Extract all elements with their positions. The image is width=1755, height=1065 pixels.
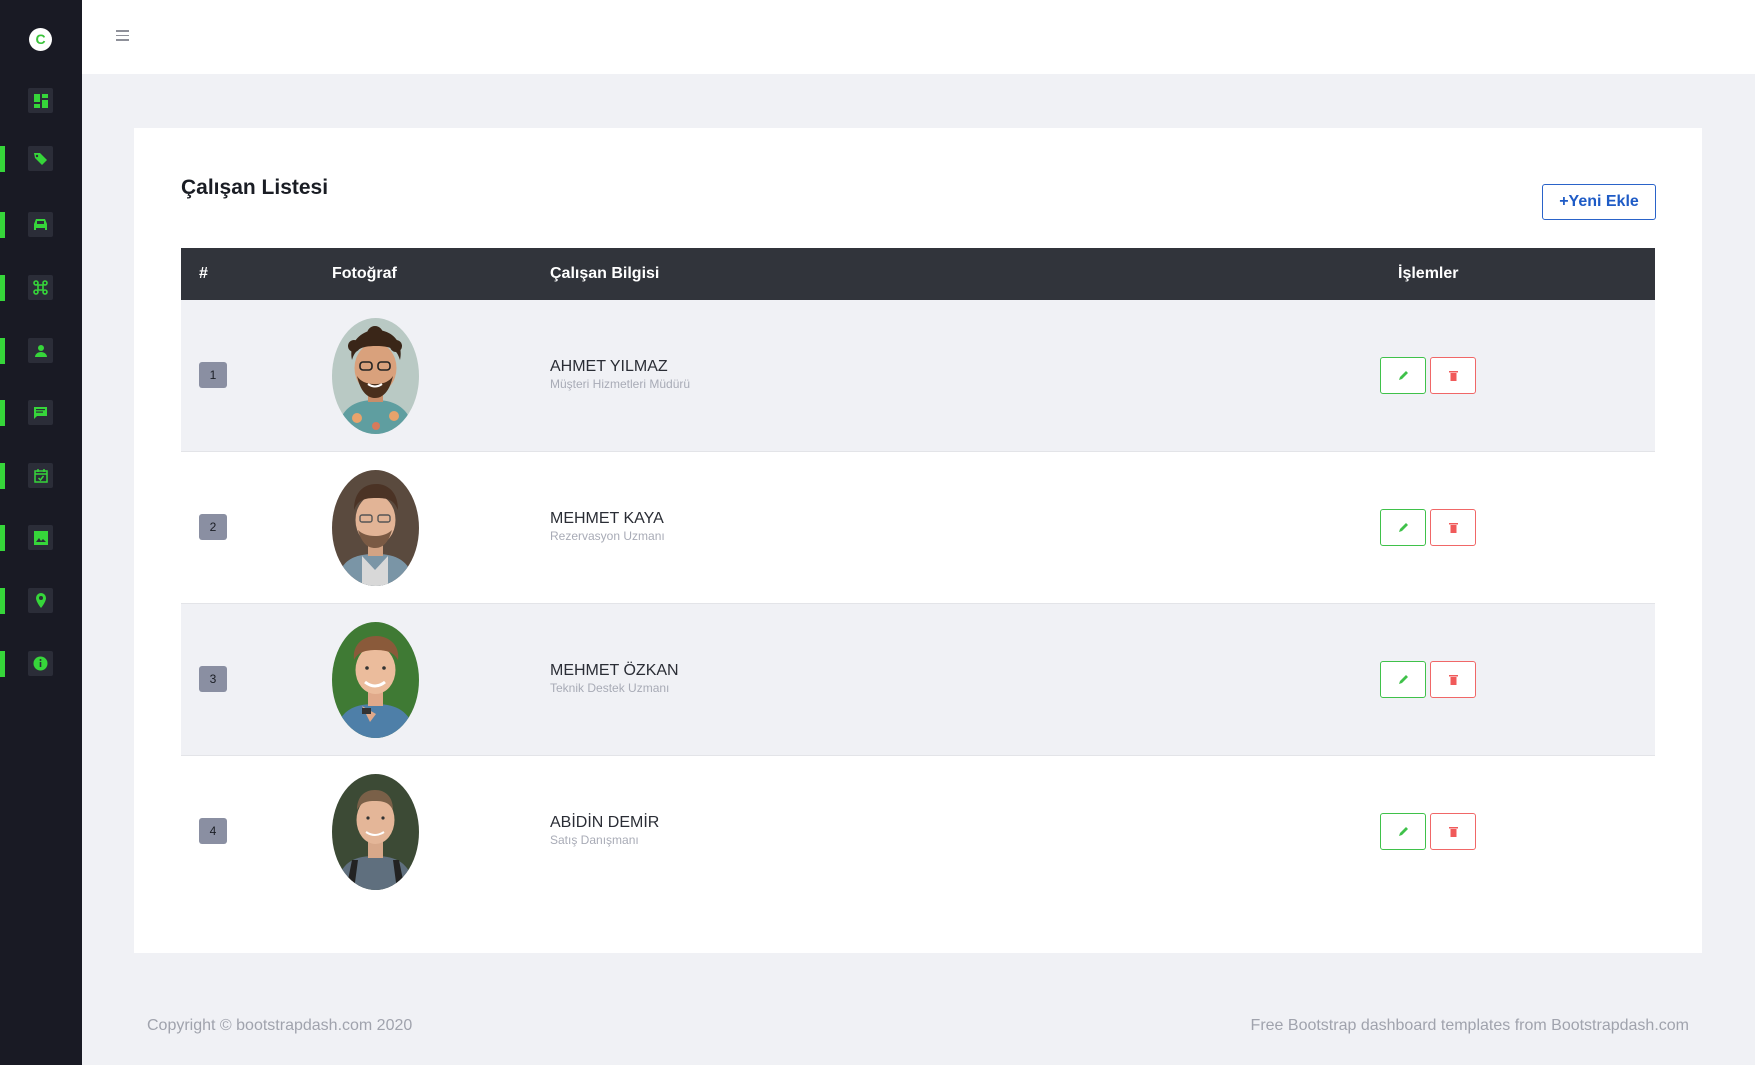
trash-icon [1448, 827, 1458, 837]
plus-icon: + [1559, 193, 1569, 210]
sidebar-item-vehicles[interactable] [0, 211, 82, 239]
sidebar-item-gallery[interactable] [0, 524, 82, 552]
sidebar-item-tags[interactable] [0, 145, 82, 173]
image-icon [28, 525, 53, 550]
row-index-badge: 3 [199, 666, 227, 692]
active-indicator [0, 212, 5, 238]
trash-icon [1448, 523, 1458, 533]
row-index-badge: 4 [199, 818, 227, 844]
employee-name: ABİDİN DEMİR [550, 814, 660, 831]
column-header-info: Çalışan Bilgisi [550, 265, 660, 282]
active-indicator [0, 275, 5, 301]
row-index-badge: 1 [199, 362, 227, 388]
column-header-index: # [199, 265, 208, 282]
tags-icon [28, 146, 53, 171]
footer-credit-link[interactable]: Free Bootstrap dashboard templates from … [1251, 1017, 1689, 1035]
car-icon [28, 212, 53, 237]
edit-button[interactable] [1380, 357, 1426, 394]
edit-button[interactable] [1380, 661, 1426, 698]
row-index-badge: 2 [199, 514, 227, 540]
sidebar-item-users[interactable] [0, 337, 82, 365]
edit-button[interactable] [1380, 509, 1426, 546]
employee-name: AHMET YILMAZ [550, 358, 668, 375]
brand-logo[interactable]: C [29, 28, 52, 51]
trash-icon [1448, 371, 1458, 381]
avatar [332, 318, 419, 434]
sidebar-item-info[interactable] [0, 650, 82, 678]
pencil-icon [1398, 523, 1408, 532]
delete-button[interactable] [1430, 357, 1476, 394]
user-icon [28, 338, 53, 363]
employee-role: Rezervasyon Uzmanı [550, 529, 665, 543]
add-new-label: Yeni Ekle [1568, 193, 1639, 210]
table-row: 4 ABİDİN DEMİR Satış Danışmanı [181, 756, 1655, 908]
pencil-icon [1398, 371, 1408, 380]
active-indicator [0, 588, 5, 614]
delete-button[interactable] [1430, 509, 1476, 546]
column-header-actions: İşlemler [1398, 265, 1459, 282]
table-row: 3 MEHMET ÖZKAN Teknik Destek Uzmanı [181, 604, 1655, 756]
table-row: 2 MEHMET KAYA Rezervasyon Uzmanı [181, 452, 1655, 604]
employee-role: Müşteri Hizmetleri Müdürü [550, 377, 691, 391]
avatar [332, 470, 419, 586]
employee-role: Satış Danışmanı [550, 833, 639, 847]
active-indicator [0, 400, 5, 426]
command-icon [28, 275, 53, 300]
page-title: Çalışan Listesi [181, 176, 329, 199]
footer-copyright: Copyright © bootstrapdash.com 2020 [147, 1017, 413, 1034]
delete-button[interactable] [1430, 661, 1476, 698]
add-new-button[interactable]: + Yeni Ekle [1542, 184, 1656, 220]
employee-list-card: Çalışan Listesi + Yeni Ekle # Fotoğraf Ç… [134, 128, 1702, 953]
active-indicator [0, 338, 5, 364]
employee-role: Teknik Destek Uzmanı [550, 681, 670, 695]
sidebar-item-calendar[interactable] [0, 462, 82, 490]
active-indicator [0, 463, 5, 489]
hamburger-icon[interactable] [116, 30, 129, 41]
column-header-photo: Fotoğraf [332, 265, 397, 282]
map-pin-icon [28, 588, 53, 613]
topbar [82, 0, 1755, 74]
edit-button[interactable] [1380, 813, 1426, 850]
pencil-icon [1398, 827, 1408, 836]
active-indicator [0, 525, 5, 551]
active-indicator [0, 651, 5, 677]
employee-name: MEHMET ÖZKAN [550, 662, 679, 679]
sidebar-item-location[interactable] [0, 587, 82, 615]
pencil-icon [1398, 675, 1408, 684]
trash-icon [1448, 675, 1458, 685]
dashboard-icon [28, 88, 53, 113]
avatar [332, 774, 419, 890]
employee-name: MEHMET KAYA [550, 510, 664, 527]
table-header: # Fotoğraf Çalışan Bilgisi İşlemler [181, 248, 1655, 300]
table-row: 1 AHMET YILMAZ Müşteri Hizmetleri Müdürü [181, 300, 1655, 452]
sidebar-item-command[interactable] [0, 274, 82, 302]
avatar [332, 622, 419, 738]
message-icon [28, 400, 53, 425]
info-icon [28, 651, 53, 676]
active-indicator [0, 146, 5, 172]
sidebar-item-dashboard[interactable] [0, 87, 82, 115]
sidebar-item-messages[interactable] [0, 399, 82, 427]
sidebar: C [0, 0, 82, 1065]
delete-button[interactable] [1430, 813, 1476, 850]
calendar-check-icon [28, 463, 53, 488]
